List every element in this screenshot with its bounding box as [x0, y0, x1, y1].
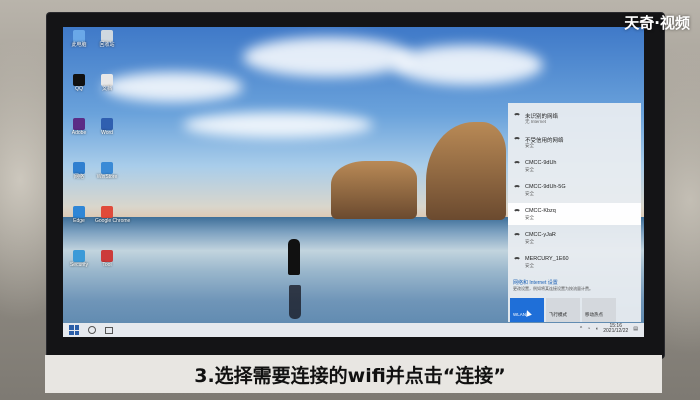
desktop-icon[interactable]: 此电脑 — [67, 30, 91, 48]
desktop-icon-label: 回收站 — [99, 42, 115, 48]
desktop-icon-label: Adobe — [71, 130, 87, 136]
chevron-up-icon[interactable]: ^ — [580, 326, 582, 332]
wifi-network-item[interactable]: CMCC-yJaR 安全 — [508, 227, 641, 249]
qq-icon — [73, 74, 85, 86]
system-tray: ^ ◔ ◖ 15:16 2021/12/22 ▤ — [580, 324, 638, 334]
rock-arch — [426, 122, 506, 220]
quick-action-2[interactable]: 移动热点 — [582, 298, 616, 322]
desktop-icon-label: 此电脑 — [71, 42, 87, 48]
wifi-signal-icon — [513, 185, 521, 193]
edit-icon — [101, 118, 113, 130]
wifi-status: 安全 — [525, 191, 534, 196]
desktop-icon-label: 文档 — [101, 86, 112, 92]
desktop-icon-label: Tool — [102, 262, 112, 268]
network-tray-icon[interactable]: ◔ — [587, 326, 590, 332]
wifi-signal-icon — [513, 137, 521, 145]
runner-silhouette — [288, 239, 300, 275]
desktop-icon-label: Edge — [73, 218, 85, 224]
desktop-icon-label: QQ — [75, 86, 83, 92]
wifi-status: 安全 — [525, 167, 534, 172]
desktop-icon[interactable]: Adobe — [67, 118, 91, 136]
wifi-network-item[interactable]: 未识别的网络无 Internet — [508, 107, 641, 129]
desktop-icon[interactable]: Security — [67, 250, 91, 268]
desktop-icon[interactable]: WinStore — [95, 162, 119, 180]
start-icon[interactable] — [69, 325, 79, 335]
desktop-icon-label: Word — [101, 130, 113, 136]
desktop-icon[interactable]: 回收站 — [95, 30, 119, 48]
desktop-icon[interactable]: Edge — [67, 206, 91, 224]
desktop-icon[interactable]: 文档 — [95, 74, 119, 92]
wifi-flyout: 网络和 Internet 设置 更改设置，例如将某连接设置为按流量计费。 未识别… — [508, 103, 641, 322]
search-icon[interactable] — [88, 326, 96, 334]
wifi-network-item[interactable]: MERCURY_1E60 安全 — [508, 251, 641, 273]
wifi-ssid: CMCC-yJaR — [525, 232, 556, 238]
desktop-icon[interactable]: Google Chrome — [95, 206, 131, 224]
runner-reflection — [289, 285, 301, 319]
watermark-logo: 天奇·视频 — [624, 14, 690, 32]
app-icon — [73, 118, 85, 130]
wifi-signal-icon — [513, 257, 521, 265]
quick-action-label: 飞行模式 — [549, 312, 567, 317]
tool-icon — [101, 250, 113, 262]
recycle-bin-icon — [101, 30, 113, 42]
chrome-icon — [101, 206, 113, 218]
wifi-status: 安全 — [525, 215, 534, 220]
file-icon — [101, 74, 113, 86]
desktop-icon[interactable]: QQ — [67, 74, 91, 92]
wifi-network-item[interactable]: CMCC-Kbzq 安全 — [508, 203, 641, 225]
notification-icon[interactable]: ▤ — [633, 326, 638, 332]
wifi-network-item[interactable]: 不受信用的网络 安全 — [508, 131, 641, 153]
desktop-icon[interactable]: Tool — [95, 250, 119, 268]
caption-text: 3.选择需要连接的wifi并点击“连接” — [194, 365, 506, 387]
desktop-icon-label: Google Chrome — [95, 218, 131, 224]
network-settings-subtext: 更改设置，例如将某连接设置为按流量计费。 — [513, 286, 593, 291]
wifi-status: 安全 — [525, 263, 534, 268]
wifi-network-item[interactable]: CMCC-9dUh-5G 安全 — [508, 179, 641, 201]
computer-icon — [73, 30, 85, 42]
wifi-signal-icon — [513, 233, 521, 241]
wifi-signal-icon — [513, 161, 521, 169]
desktop-icon-label: Security — [69, 262, 89, 268]
security-icon — [73, 250, 85, 262]
clock-date: 2021/12/22 — [603, 328, 629, 334]
wifi-network-item[interactable]: CMCC-9dUh 安全 — [508, 155, 641, 177]
wifi-status: 安全 — [525, 143, 534, 148]
task-view-icon[interactable] — [105, 326, 113, 334]
desktop-icon-label: 网络 — [73, 174, 84, 180]
wifi-ssid: MERCURY_1E60 — [525, 256, 569, 262]
network-icon — [73, 162, 85, 174]
cloud — [393, 45, 543, 85]
clock[interactable]: 15:16 2021/12/22 — [603, 324, 628, 334]
store-icon — [101, 162, 113, 174]
desktop-icon-label: WinStore — [96, 174, 118, 180]
wifi-status: 无 Internet — [525, 119, 547, 124]
desktop-icon[interactable]: 网络 — [67, 162, 91, 180]
rock-left — [331, 161, 417, 219]
desktop-icon[interactable]: Word — [95, 118, 119, 136]
quick-action-1[interactable]: 飞行模式 — [546, 298, 580, 322]
quick-action-label: 移动热点 — [585, 312, 603, 317]
volume-icon[interactable]: ◖ — [595, 326, 598, 332]
taskbar: ^ ◔ ◖ 15:16 2021/12/22 ▤ — [63, 323, 644, 337]
cloud — [243, 37, 413, 77]
cloud — [183, 112, 373, 138]
wifi-ssid: CMCC-9dUh — [525, 160, 557, 166]
edge-icon — [73, 206, 85, 218]
wifi-signal-icon — [513, 113, 521, 121]
wifi-status: 安全 — [525, 239, 534, 244]
wifi-ssid: CMCC-Kbzq — [525, 208, 556, 214]
desktop-icons: 此电脑 回收站 QQ 文档 Adobe Word 网络 WinStore Edge Google … — [67, 30, 131, 310]
wifi-signal-icon — [513, 209, 521, 217]
network-settings-link[interactable]: 网络和 Internet 设置 — [513, 279, 558, 286]
wifi-ssid: CMCC-9dUh-5G — [525, 184, 566, 190]
